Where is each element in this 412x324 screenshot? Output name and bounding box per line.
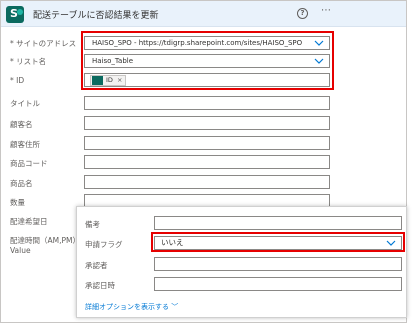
product-code-input[interactable]: [84, 155, 330, 169]
customer-name-input[interactable]: [84, 116, 330, 130]
approval-date-input[interactable]: [154, 277, 402, 291]
show-advanced-options-link[interactable]: 詳細オプションを表示する ﹀: [85, 302, 178, 312]
more-options-icon[interactable]: ⋯: [321, 5, 332, 16]
delivery-time-label: 配達時間（AM,PM）Value: [10, 236, 80, 255]
id-label: * ID: [10, 76, 25, 85]
highlight-box: [151, 232, 405, 252]
title-label: タイトル: [10, 99, 40, 108]
action-card: S 配送テーブルに否認結果を更新 ? ⋯ * サイトのアドレス HAISO_SP…: [0, 0, 407, 323]
approver-label: 承認者: [85, 261, 108, 270]
highlight-box: [81, 31, 334, 90]
product-name-input[interactable]: [84, 175, 330, 189]
approval-date-label: 承認日時: [85, 281, 115, 290]
sharepoint-dot: [17, 9, 23, 15]
customer-name-label: 顧客名: [10, 120, 33, 129]
customer-address-label: 顧客住所: [10, 140, 40, 149]
delivery-date-label: 配達希望日: [10, 217, 48, 226]
remarks-label: 備考: [85, 220, 100, 229]
product-name-label: 商品名: [10, 179, 33, 188]
request-flag-label: 申請フラグ: [85, 240, 123, 249]
quantity-label: 数量: [10, 198, 25, 207]
product-code-label: 商品コード: [10, 159, 48, 168]
help-icon[interactable]: ?: [297, 8, 308, 19]
title-input[interactable]: [84, 96, 330, 110]
customer-address-input[interactable]: [84, 136, 330, 150]
remarks-input[interactable]: [154, 216, 402, 230]
action-header[interactable]: S 配送テーブルに否認結果を更新 ? ⋯: [1, 1, 406, 27]
site-address-label: * サイトのアドレス: [10, 39, 77, 48]
overlay-panel: 備考 申請フラグ いいえ 承認者 承認日時 詳細オプションを表示する ﹀: [76, 206, 407, 318]
list-name-label: * リスト名: [10, 57, 47, 66]
approver-input[interactable]: [154, 257, 402, 271]
action-title: 配送テーブルに否認結果を更新: [33, 11, 159, 21]
sharepoint-icon: S: [6, 6, 24, 23]
